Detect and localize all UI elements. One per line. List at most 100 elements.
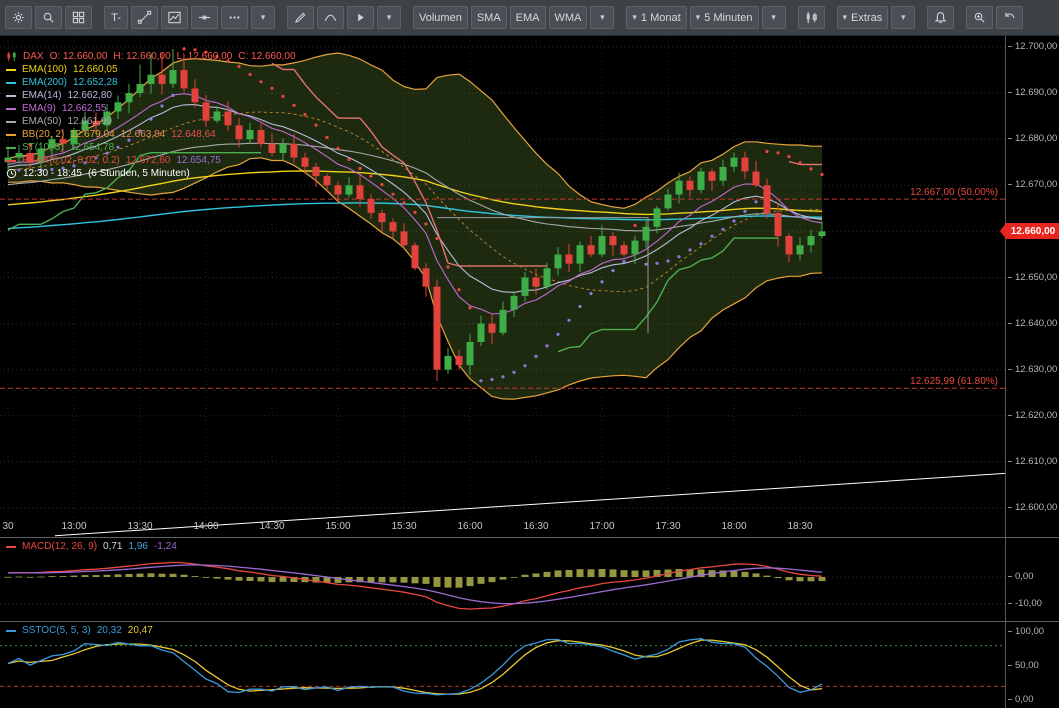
price-axis-label: 12.690,00 — [1008, 87, 1057, 98]
zoom-in-button[interactable] — [966, 6, 993, 29]
price-axis-label: 12.650,00 — [1008, 272, 1057, 283]
sstoc-legend[interactable]: SSTOC(5, 5, 3) 20,32 20,47 — [6, 626, 153, 636]
replay-button[interactable] — [347, 6, 374, 29]
price-arrow-icon — [1000, 223, 1006, 239]
legend-bb-text-0: BB(20, 2) — [22, 130, 64, 140]
alerts-icon — [933, 10, 948, 25]
legend-bb[interactable]: BB(20, 2)12.679,0412.663,8412.648,64 — [6, 128, 296, 141]
timeframe-button-label: 1 Monat — [641, 12, 681, 24]
volumen-button[interactable]: Volumen — [413, 6, 468, 29]
ema200-line-marker — [6, 82, 16, 84]
legend-psar-text-2: 12.654,75 — [176, 156, 221, 166]
indicator-dropdown-button[interactable]: ▾ — [590, 6, 614, 29]
chevron-down-icon: ▾ — [632, 13, 637, 22]
sma-button-label: SMA — [477, 12, 501, 24]
chart-type-button[interactable] — [798, 6, 825, 29]
layout-icon — [71, 10, 86, 25]
hline-tool-button[interactable] — [191, 6, 218, 29]
indicator-tool-icon — [167, 10, 182, 25]
more-tools-button[interactable] — [221, 6, 248, 29]
panel-separator[interactable] — [0, 621, 1059, 622]
svg-text:16:00: 16:00 — [457, 521, 482, 532]
legend-ema200[interactable]: EMA(200) 12.652,28 — [6, 76, 296, 89]
settings-icon — [11, 10, 26, 25]
more-tools-icon — [227, 10, 242, 25]
chevron-down-icon: ▾ — [901, 13, 906, 22]
text-tool-button[interactable]: T- — [104, 6, 128, 29]
st-line-marker — [6, 147, 16, 149]
legend-dax-text-0: DAX — [23, 52, 44, 62]
legend-st-text-1: 12.654,78 — [70, 143, 115, 153]
legend-ema9[interactable]: EMA(9)12.662,55 — [6, 102, 296, 115]
macd-axis[interactable]: 0,00-10,00 — [1005, 538, 1059, 621]
hline-tool-icon — [197, 10, 212, 25]
svg-text:15:00: 15:00 — [325, 521, 350, 532]
draw-button[interactable] — [287, 6, 314, 29]
layout-button[interactable] — [65, 6, 92, 29]
chevron-down-icon: ▾ — [387, 13, 392, 22]
wma-button[interactable]: WMA — [549, 6, 588, 29]
legend-ema14-text-1: 12.662,80 — [67, 91, 112, 101]
timeframe-button[interactable]: ▾ 1 Monat — [626, 6, 686, 29]
price-axis[interactable]: 12.660,00 12.700,0012.690,0012.680,0012.… — [1005, 36, 1059, 537]
legend-time-range-text-1: (6 Stunden, 5 Minuten) — [88, 169, 190, 179]
legend-ema200-text-1: 12.652,28 — [73, 78, 118, 88]
ema9-line-marker — [6, 108, 16, 110]
replay-icon — [353, 10, 368, 25]
price-axis-label: 12.670,00 — [1008, 179, 1057, 190]
macd-signal-value: 1,96 — [129, 542, 148, 552]
undo-icon — [1002, 10, 1017, 25]
legend-dax-text-4: C: 12.660,00 — [238, 52, 295, 62]
sstoc-axis[interactable]: 100,0050,000,00 — [1005, 622, 1059, 708]
tools-dropdown-button[interactable]: ▾ — [251, 6, 275, 29]
trendline-tool-button[interactable] — [131, 6, 158, 29]
macd-value: 0,71 — [103, 542, 122, 552]
macd-legend[interactable]: MACD(12, 26, 9) 0,71 1,96 -1,24 — [6, 542, 177, 552]
extras-button-label: Extras — [851, 12, 882, 24]
legend-st-text-0: ST(10, 3) — [22, 143, 64, 153]
legend-ema100[interactable]: EMA(100)12.660,05 — [6, 63, 296, 76]
sstoc-d-value: 20,47 — [128, 626, 153, 636]
interval-button[interactable]: ▾5 Minuten — [690, 6, 759, 29]
legend-ema50-text-0: EMA(50) — [22, 117, 61, 127]
wma-button-label: WMA — [555, 12, 582, 24]
panel-separator[interactable] — [0, 537, 1059, 538]
undo-button[interactable] — [996, 6, 1023, 29]
legend-dax[interactable]: DAXO: 12.660,00H: 12.660,00L: 12.660,00C… — [6, 50, 296, 63]
legend-psar[interactable]: PSAR(0.02, 0.02, 0.2)12.672,6012.654,75 — [6, 154, 296, 167]
macd-hist-value: -1,24 — [154, 542, 177, 552]
settings-button[interactable] — [5, 6, 32, 29]
legend-ema9-text-1: 12.662,55 — [62, 104, 107, 114]
alerts-button[interactable] — [927, 6, 954, 29]
ema100-line-marker — [6, 69, 16, 71]
legend-ema50[interactable]: EMA(50)12.661,99 — [6, 115, 296, 128]
search-button[interactable] — [35, 6, 62, 29]
extras-button[interactable]: ▾Extras — [837, 6, 889, 29]
macd-line-marker — [6, 546, 16, 548]
draw-icon — [293, 10, 308, 25]
ema-button[interactable]: EMA — [510, 6, 546, 29]
current-price: 12.660,00 — [1011, 226, 1056, 237]
freehand-button[interactable] — [317, 6, 344, 29]
psar-line-marker — [6, 160, 16, 162]
price-axis-label: 12.610,00 — [1008, 456, 1057, 467]
legend-dax-text-3: L: 12.660,00 — [177, 52, 233, 62]
indicator-tool-button[interactable] — [161, 6, 188, 29]
svg-text:13:30: 13:30 — [127, 521, 152, 532]
sstoc-label: SSTOC(5, 5, 3) — [22, 626, 91, 636]
svg-text:17:00: 17:00 — [589, 521, 614, 532]
legend-st[interactable]: ST(10, 3) 12.654,78 — [6, 141, 296, 154]
chevron-down-icon: ▾ — [696, 13, 701, 22]
interval-dropdown-button[interactable]: ▾ — [762, 6, 786, 29]
legend-bb-text-1: 12.679,04 — [70, 130, 115, 140]
toolbar: T-▾▾VolumenSMAEMAWMA▾▾1 Monat▾5 Minuten▾… — [0, 0, 1059, 36]
extras-dropdown-button[interactable]: ▾ — [891, 6, 915, 29]
draw-dropdown-button[interactable]: ▾ — [377, 6, 401, 29]
price-axis-label: 12.620,00 — [1008, 410, 1057, 421]
bb-line-marker — [6, 134, 16, 136]
chart-type-icon — [804, 10, 819, 25]
legend-ema14[interactable]: EMA(14)12.662,80 — [6, 89, 296, 102]
legend-ema200-text-0: EMA(200) — [22, 78, 67, 88]
legend-ema100-text-0: EMA(100) — [22, 65, 67, 75]
sma-button[interactable]: SMA — [471, 6, 507, 29]
